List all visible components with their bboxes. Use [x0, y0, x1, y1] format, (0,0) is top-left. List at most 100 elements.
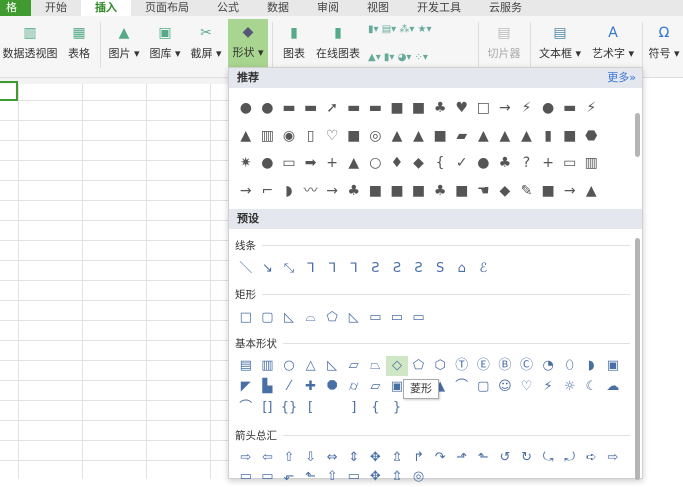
shape-icon[interactable]: ↻	[516, 448, 538, 468]
shape-icon[interactable]: ◺	[278, 308, 300, 328]
shape-icon[interactable]: ⌒	[235, 398, 257, 418]
chart-button[interactable]: ▮ 图表	[278, 20, 310, 70]
spreadsheet-grid[interactable]	[0, 78, 228, 479]
shape-icon[interactable]: ●	[235, 98, 257, 118]
shape-icon[interactable]: ⇬	[386, 467, 408, 487]
slicer-button[interactable]: ▤ 切片器	[484, 20, 524, 70]
shape-icon[interactable]: ⬡	[429, 356, 451, 376]
shape-icon[interactable]: →	[321, 181, 343, 201]
shape-icon[interactable]: ◺	[321, 356, 343, 376]
shape-icon[interactable]: ▲	[343, 153, 365, 173]
shape-icon[interactable]: ⇬	[386, 448, 408, 468]
shape-icon[interactable]: 〰	[300, 181, 322, 201]
shape-icon[interactable]: ○	[365, 153, 387, 173]
tab-7[interactable]: 视图	[353, 0, 403, 16]
shape-icon[interactable]: ▲	[581, 181, 603, 201]
shape-icon[interactable]: ○	[278, 356, 300, 376]
shape-icon[interactable]: ⤿	[537, 448, 559, 468]
shape-icon[interactable]: ■	[408, 98, 430, 118]
shape-icon[interactable]: ✚	[300, 377, 322, 397]
shape-icon[interactable]: ▰	[451, 126, 473, 146]
shape-icon[interactable]: ▲	[386, 126, 408, 146]
shape-icon[interactable]: ↘	[257, 259, 279, 279]
shape-icon[interactable]: ◗	[581, 356, 603, 376]
shape-icon[interactable]: ?	[516, 153, 538, 173]
shape-icon[interactable]: ◆	[408, 153, 430, 173]
shape-icon[interactable]: ➡	[300, 153, 322, 173]
shape-icon[interactable]: ⬑	[300, 467, 322, 487]
chart-type-gallery-top[interactable]: ▮▾ ▤▾ ⁂▾ ★▾	[368, 24, 432, 35]
shape-icon[interactable]: +	[537, 153, 559, 173]
shape-icon[interactable]: ◎	[365, 126, 387, 146]
shape-icon[interactable]: ◇	[386, 356, 408, 376]
shape-icon[interactable]: ᒣ	[321, 259, 343, 279]
shape-icon[interactable]: ⚡	[537, 377, 559, 397]
shape-icon[interactable]: ▣	[602, 356, 624, 376]
shape-icon[interactable]: ⌭	[343, 377, 365, 397]
shape-icon[interactable]: →	[494, 98, 516, 118]
shape-icon[interactable]: ↱	[408, 448, 430, 468]
shape-icon[interactable]: +	[321, 153, 343, 173]
shape-icon[interactable]: ▯	[300, 126, 322, 146]
shape-icon[interactable]: Ⓒ	[516, 356, 538, 376]
tab-0[interactable]: 格 ▾	[0, 0, 31, 30]
shape-icon[interactable]: ■	[365, 181, 387, 201]
shape-icon[interactable]: [	[300, 398, 322, 418]
tab-3[interactable]: 页面布局	[131, 0, 203, 16]
shape-icon[interactable]: ✥	[365, 467, 387, 487]
recommended-scrollbar[interactable]	[635, 113, 640, 157]
shapes-button[interactable]: ◆ 形状 ▾	[228, 19, 268, 67]
shape-icon[interactable]: ◎	[408, 467, 430, 487]
shape-icon[interactable]: ▲	[516, 126, 538, 146]
shape-icon[interactable]: ♡	[516, 377, 538, 397]
picture-button[interactable]: ▲ 图片 ▾	[106, 20, 142, 70]
shape-icon[interactable]: △	[300, 356, 322, 376]
shape-icon[interactable]: ⚡	[581, 98, 603, 118]
shape-icon[interactable]: ⬏	[451, 448, 473, 468]
tab-4[interactable]: 公式	[203, 0, 253, 16]
wordart-button[interactable]: A 艺术字 ▾	[588, 20, 638, 70]
shape-icon[interactable]: ▱	[365, 377, 387, 397]
shape-icon[interactable]: S	[429, 259, 451, 279]
shape-icon[interactable]: ▲	[235, 126, 257, 146]
shape-icon[interactable]: ◤	[235, 377, 257, 397]
pivot-chart-button[interactable]: ▥ 数据透视图	[0, 20, 60, 70]
tab-5[interactable]: 数据	[253, 0, 303, 16]
shape-icon[interactable]: {}	[278, 398, 300, 418]
shape-icon[interactable]: ⇔	[321, 448, 343, 468]
shape-icon[interactable]: ☺	[494, 377, 516, 397]
active-cell[interactable]	[0, 81, 18, 101]
shape-icon[interactable]: ▥	[257, 356, 279, 376]
shape-icon[interactable]: ⏢	[365, 356, 387, 376]
shape-icon[interactable]: ☾	[581, 377, 603, 397]
shape-icon[interactable]: ]	[343, 398, 365, 418]
shape-icon[interactable]: ⬠	[408, 356, 430, 376]
shape-icon[interactable]: ⬐	[278, 467, 300, 487]
shape-icon[interactable]: ◗	[278, 181, 300, 201]
shape-icon[interactable]: ▲	[473, 126, 495, 146]
shape-icon[interactable]: ▱	[343, 356, 365, 376]
shape-icon[interactable]: ♣	[494, 153, 516, 173]
shape-icon[interactable]: ⇩	[300, 448, 322, 468]
shape-icon[interactable]: ⌂	[451, 259, 473, 279]
shape-icon[interactable]: ●	[537, 98, 559, 118]
shape-icon[interactable]: ⌓	[300, 308, 322, 328]
shape-icon[interactable]: ▭	[278, 153, 300, 173]
shape-icon[interactable]: ▬	[365, 98, 387, 118]
shape-icon[interactable]: ▥	[257, 126, 279, 146]
shape-icon[interactable]: ᒣ	[343, 259, 365, 279]
shape-icon[interactable]: ■	[537, 181, 559, 201]
shape-icon[interactable]: ⇧	[321, 467, 343, 487]
shape-icon[interactable]: ▢	[473, 377, 495, 397]
shape-icon[interactable]: ▭	[365, 308, 387, 328]
shape-icon[interactable]: ⁄	[278, 377, 300, 397]
shape-icon[interactable]: []	[257, 398, 279, 418]
shape-icon[interactable]: ▭	[408, 308, 430, 328]
shape-icon[interactable]: ▥	[581, 153, 603, 173]
shape-icon[interactable]: ■	[343, 126, 365, 146]
shape-icon[interactable]: ◉	[278, 126, 300, 146]
textbox-button[interactable]: ▤ 文本框 ▾	[536, 20, 584, 70]
shape-icon[interactable]: ▲	[408, 126, 430, 146]
online-chart-button[interactable]: ▮ 在线图表	[313, 20, 363, 70]
shape-icon[interactable]: ■	[386, 98, 408, 118]
